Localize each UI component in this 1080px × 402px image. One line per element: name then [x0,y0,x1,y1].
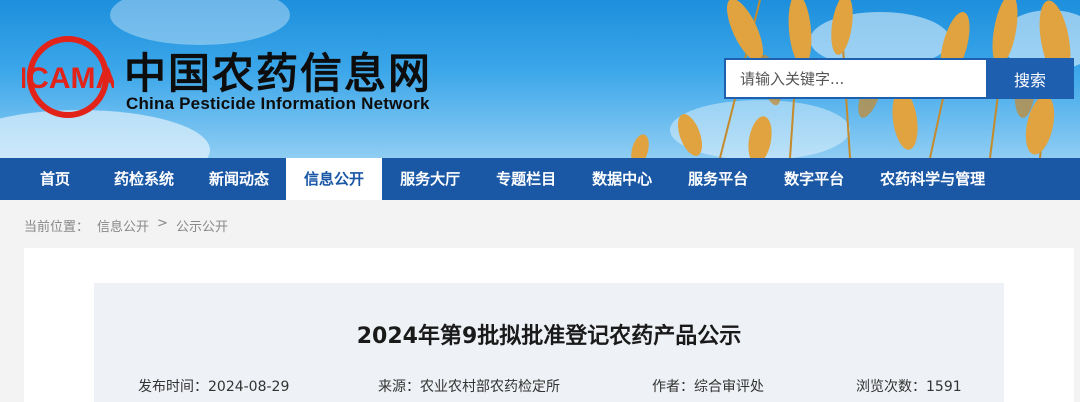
nav-item-service-platform[interactable]: 服务平台 [670,158,766,200]
site-banner: ICAMA 中国农药信息网 China Pesticide Informatio… [0,0,1080,158]
view-count: 浏览次数：1591 [856,376,962,396]
search-input[interactable] [726,60,986,97]
main-nav: 首页 药检系统 新闻动态 信息公开 服务大厅 专题栏目 数据中心 服务平台 数字… [0,158,1080,200]
source-value: 农业农村部农药检定所 [420,379,560,395]
breadcrumb-link-info-disclosure[interactable]: 信息公开 [97,216,149,235]
publish-date-value: 2024-08-29 [208,379,290,395]
site-subtitle: China Pesticide Information Network [126,94,430,113]
views-value: 1591 [926,379,962,395]
publish-date: 发布时间：2024-08-29 [138,376,289,396]
site-title: 中国农药信息网 [124,49,433,98]
nav-item-pesticide-science[interactable]: 农药科学与管理 [862,158,1003,200]
source-label: 来源： [378,379,420,395]
article-author: 作者：综合审评处 [652,376,764,396]
publish-date-label: 发布时间： [138,379,208,395]
views-label: 浏览次数： [856,379,926,395]
nav-item-pesticide-system[interactable]: 药检系统 [92,158,194,200]
nav-item-digital-platform[interactable]: 数字平台 [766,158,862,200]
search-button[interactable]: 搜索 [986,58,1074,99]
search-box [724,58,986,99]
icama-logo: ICAMA [22,36,114,118]
nav-item-special-topics[interactable]: 专题栏目 [478,158,574,200]
nav-item-home[interactable]: 首页 [0,158,92,200]
nav-item-service-hall[interactable]: 服务大厅 [382,158,478,200]
author-label: 作者： [652,379,694,395]
author-value: 综合审评处 [694,379,764,395]
nav-item-info-disclosure[interactable]: 信息公开 [286,158,383,200]
breadcrumb-separator: > [157,216,168,231]
logo-text: ICAMA [22,62,114,95]
nav-item-news[interactable]: 新闻动态 [194,158,286,200]
article-title: 2024年第9批拟批准登记农药产品公示 [356,324,742,349]
article-source: 来源：农业农村部农药检定所 [378,376,560,396]
breadcrumb-link-public-notice[interactable]: 公示公开 [176,216,228,235]
nav-item-data-center[interactable]: 数据中心 [574,158,670,200]
breadcrumb: 当前位置： 信息公开 > 公示公开 [24,216,228,235]
breadcrumb-prefix: 当前位置： [24,220,90,235]
